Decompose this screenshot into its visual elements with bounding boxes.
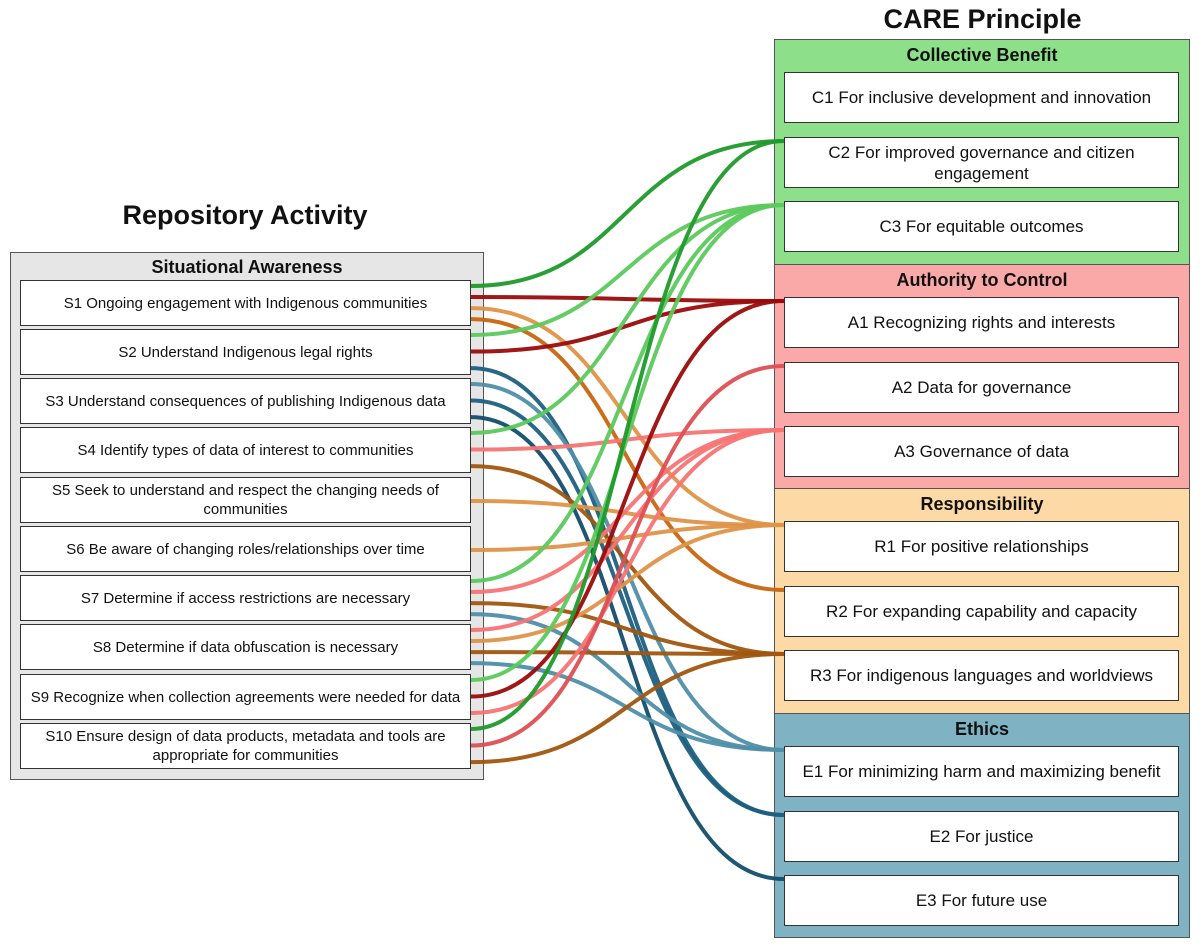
activity-item-s1[interactable]: S1 Ongoing engagement with Indigenous co… — [20, 280, 471, 326]
group-label: Responsibility — [920, 494, 1044, 514]
principle-item-a1[interactable]: A1 Recognizing rights and interests — [784, 297, 1179, 348]
group-label: Authority to Control — [896, 270, 1068, 290]
link-s1-a1 — [470, 295, 785, 303]
link-s8-r3 — [470, 650, 785, 656]
activity-item-s7[interactable]: S7 Determine if access restrictions are … — [20, 575, 471, 621]
activity-item-s3[interactable]: S3 Understand consequences of publishing… — [20, 378, 471, 424]
principle-item-r2[interactable]: R2 For expanding capability and capacity — [784, 586, 1179, 637]
link-s3-e2 — [470, 398, 785, 817]
activity-item-s8[interactable]: S8 Determine if data obfuscation is nece… — [20, 624, 471, 670]
principle-item-c1[interactable]: C1 For inclusive development and innovat… — [784, 72, 1179, 123]
principle-item-e1[interactable]: E1 For minimizing harm and maximizing be… — [784, 746, 1179, 797]
principle-item-c2[interactable]: C2 For improved governance and citizen e… — [784, 137, 1179, 188]
activity-item-s5[interactable]: S5 Seek to understand and respect the ch… — [20, 477, 471, 523]
activity-item-s4[interactable]: S4 Identify types of data of interest to… — [20, 427, 471, 473]
group-label: Situational Awareness — [151, 257, 343, 277]
principle-item-a3[interactable]: A3 Governance of data — [784, 426, 1179, 477]
activity-item-s2[interactable]: S2 Understand Indigenous legal rights — [20, 329, 471, 375]
group-label: Collective Benefit — [906, 45, 1058, 65]
link-s2-a1 — [470, 299, 785, 354]
principle-item-c3[interactable]: C3 For equitable outcomes — [784, 201, 1179, 252]
link-s5-r1 — [470, 499, 785, 527]
repository-activity-title: Repository Activity — [122, 200, 368, 230]
principle-item-e2[interactable]: E2 For justice — [784, 811, 1179, 862]
activity-item-s6[interactable]: S6 Be aware of changing roles/relationsh… — [20, 526, 471, 572]
principle-item-a2[interactable]: A2 Data for governance — [784, 362, 1179, 413]
principle-item-e3[interactable]: E3 For future use — [784, 875, 1179, 926]
care-principle-title: CARE Principle — [883, 4, 1082, 34]
principle-item-r3[interactable]: R3 For indigenous languages and worldvie… — [784, 650, 1179, 701]
activity-item-s10[interactable]: S10 Ensure design of data products, meta… — [20, 723, 471, 769]
principle-item-r1[interactable]: R1 For positive relationships — [784, 521, 1179, 572]
group-label: Ethics — [954, 719, 1010, 739]
activity-item-s9[interactable]: S9 Recognize when collection agreements … — [20, 674, 471, 720]
